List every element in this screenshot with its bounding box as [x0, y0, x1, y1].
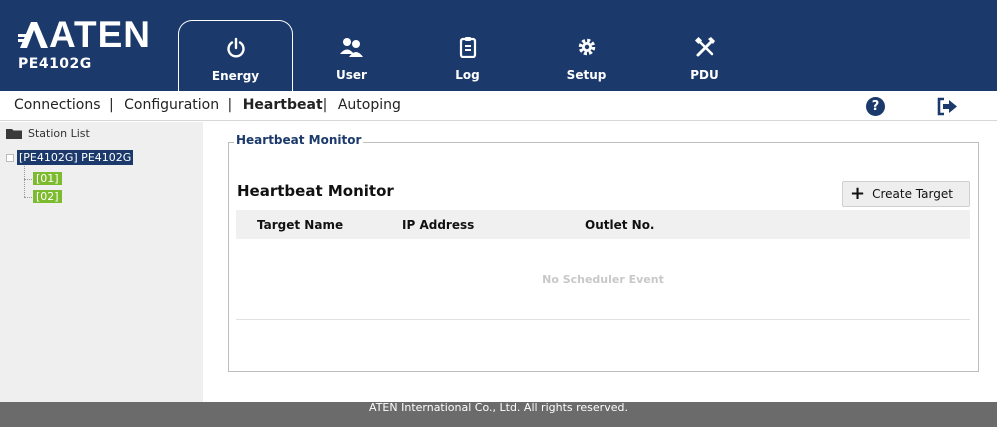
tab-setup-label: Setup: [566, 68, 607, 82]
aten-logo-mark: [18, 22, 48, 48]
table-header: Target Name IP Address Outlet No.: [236, 210, 970, 239]
tab-user[interactable]: User: [294, 20, 409, 91]
tools-icon: [694, 36, 715, 57]
subnav-configuration[interactable]: Configuration: [124, 97, 219, 113]
model-name: PE4102G: [18, 56, 92, 72]
sub-navigation: Connections | Configuration | Heartbeat|…: [0, 91, 997, 121]
station-list-label: Station List: [28, 127, 90, 140]
tab-log-label: Log: [455, 68, 480, 82]
tab-setup[interactable]: Setup: [529, 20, 644, 91]
copyright-text: ATEN International Co., Ltd. All rights …: [369, 401, 628, 414]
top-header: ATEN PE4102G Energy User Log Setup PDU: [0, 0, 997, 91]
tab-pdu[interactable]: PDU: [647, 20, 762, 91]
tree-device-label[interactable]: [PE4102G] PE4102G: [17, 150, 134, 165]
logout-icon[interactable]: [936, 97, 958, 116]
create-target-button[interactable]: + Create Target: [842, 181, 970, 207]
empty-message: No Scheduler Event: [542, 273, 664, 286]
users-icon: [339, 38, 363, 57]
column-outlet-no[interactable]: Outlet No.: [585, 218, 655, 232]
tree-device-node[interactable]: [PE4102G] PE4102G: [6, 150, 134, 165]
tab-energy-label: Energy: [211, 69, 260, 83]
subnav-heartbeat[interactable]: Heartbeat: [243, 97, 323, 113]
aten-logo: ATEN PE4102G: [18, 14, 151, 72]
tab-pdu-label: PDU: [690, 68, 719, 82]
clipboard-icon: [459, 37, 476, 58]
table-body: No Scheduler Event: [236, 239, 970, 320]
section-title: Heartbeat Monitor: [237, 182, 394, 200]
column-target-name[interactable]: Target Name: [257, 218, 343, 232]
tree-expander[interactable]: [6, 153, 14, 162]
footer: ATEN International Co., Ltd. All rights …: [0, 402, 997, 427]
tree-outlet-01[interactable]: [01]: [33, 172, 62, 185]
power-icon: [226, 37, 245, 58]
tree-connector: [24, 166, 25, 197]
fieldset-legend: Heartbeat Monitor: [234, 133, 364, 147]
tree-connector: [24, 179, 32, 180]
subnav-autoping[interactable]: Autoping: [338, 97, 401, 113]
help-icon[interactable]: ?: [866, 97, 885, 116]
gear-icon: [578, 38, 595, 56]
subnav-connections[interactable]: Connections: [14, 97, 101, 113]
tree-outlet-02[interactable]: [02]: [33, 190, 62, 203]
column-ip-address[interactable]: IP Address: [402, 218, 474, 232]
station-list-header[interactable]: Station List: [6, 127, 90, 140]
tab-energy[interactable]: Energy: [178, 20, 293, 91]
station-sidebar: Station List [PE4102G] PE4102G [01] [02]: [0, 122, 203, 402]
tab-log[interactable]: Log: [410, 20, 525, 91]
folder-icon: [6, 129, 22, 139]
tree-connector: [24, 197, 32, 198]
subnav-separator: |: [108, 97, 114, 113]
subnav-separator: |: [227, 97, 233, 113]
plus-icon: +: [850, 183, 866, 204]
logo-text: ATEN: [49, 14, 151, 55]
create-target-label: Create Target: [872, 187, 953, 201]
subnav-separator: |: [322, 97, 328, 113]
tab-user-label: User: [336, 68, 367, 82]
